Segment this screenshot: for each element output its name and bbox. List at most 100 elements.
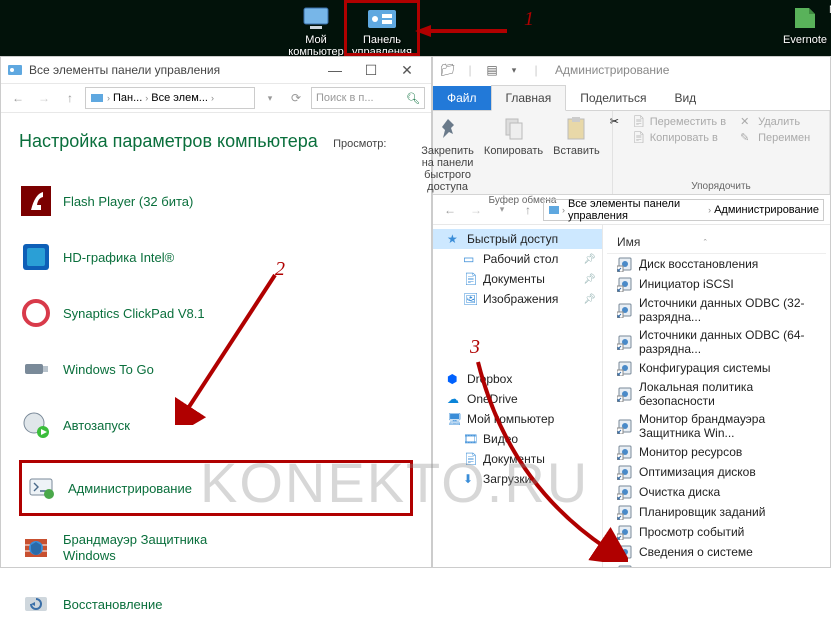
file-item-label: Диск восстановления	[639, 257, 758, 271]
back-button[interactable]: ←	[7, 87, 29, 109]
admin-tools-icon	[26, 473, 56, 503]
tab-share[interactable]: Поделиться	[566, 86, 660, 110]
cp-item-label: Администрирование	[68, 481, 192, 496]
file-item[interactable]: Сведения о системе	[607, 542, 826, 562]
file-item[interactable]: Очистка диска	[607, 482, 826, 502]
addr-segment[interactable]: Все элем...	[151, 92, 208, 104]
move-to-button[interactable]: 📄︎Переместить в	[632, 115, 726, 129]
file-item[interactable]: Монитор ресурсов	[607, 442, 826, 462]
properties-icon[interactable]: ▤	[483, 63, 501, 77]
file-item-label: Просмотр событий	[639, 525, 744, 539]
search-input[interactable]: Поиск в п... 🔍︎	[311, 87, 425, 109]
paste-icon	[562, 115, 590, 143]
address-bar[interactable]: › Все элементы панели управления › Админ…	[543, 199, 824, 221]
cp-item-firewall[interactable]: Брандмауэр Защитника Windows	[19, 526, 413, 569]
file-item-label: Оптимизация дисков	[639, 465, 756, 479]
file-item-label: Очистка диска	[639, 485, 720, 499]
tab-view[interactable]: Вид	[660, 86, 710, 110]
synaptics-icon	[21, 298, 51, 328]
desktop-icon-mycomputer[interactable]: Мой компьютер	[282, 4, 350, 58]
chevron-icon: ›	[145, 93, 148, 103]
shortcut-icon	[617, 276, 633, 292]
copy-to-button[interactable]: 📄︎Копировать в	[632, 131, 726, 145]
refresh-button[interactable]: ⟳	[285, 87, 307, 109]
minimize-button[interactable]: —	[317, 62, 353, 78]
file-item[interactable]: Источники данных ODBC (64-разрядна...	[607, 326, 826, 358]
pin-quick-access-button[interactable]: Закрепить на панели быстрого доступа	[421, 115, 474, 193]
history-dropdown[interactable]: ▾	[491, 199, 513, 221]
ribbon-group-organize: 📄︎Переместить в 📄︎Копировать в ✕Удалить …	[613, 111, 830, 194]
close-button[interactable]: ✕	[389, 62, 425, 79]
dropdown-icon[interactable]: ▾	[259, 87, 281, 109]
addr-segment[interactable]: Пан...	[113, 92, 142, 104]
copy-button[interactable]: Копировать	[484, 115, 543, 193]
copy-icon: 📄︎	[632, 131, 646, 145]
tree-documents[interactable]: 📄︎ Документы 📌︎	[433, 269, 602, 289]
search-placeholder: Поиск в п...	[316, 92, 374, 104]
tree-label: Изображения	[483, 292, 558, 306]
forward-button[interactable]: →	[465, 199, 487, 221]
cp-view-label: Просмотр:	[333, 138, 386, 150]
addr-segment[interactable]: Администрирование	[714, 204, 819, 216]
file-item[interactable]: Просмотр событий	[607, 522, 826, 542]
file-item[interactable]: Планировщик заданий	[607, 502, 826, 522]
tab-home[interactable]: Главная	[491, 85, 567, 111]
file-item[interactable]: Инициатор iSCSI	[607, 274, 826, 294]
up-button[interactable]: ↑	[517, 199, 539, 221]
cp-item-label: Брандмауэр Защитника Windows	[63, 532, 207, 563]
addr-segment[interactable]: Все элементы панели управления	[568, 198, 705, 222]
tree-desktop[interactable]: ▭ Рабочий стол 📌︎	[433, 249, 602, 269]
file-list-panel: Имя ˆ Диск восстановления Инициатор iSCSI…	[603, 225, 830, 567]
pin-icon: 📌︎	[583, 254, 596, 265]
onedrive-icon: ☁	[447, 392, 461, 406]
file-item[interactable]: Системный монитор	[607, 562, 826, 567]
rename-button[interactable]: ✎Переимен	[740, 131, 810, 145]
rename-icon: ✎	[740, 131, 754, 145]
chevron-icon: ›	[708, 205, 711, 215]
tab-file[interactable]: Файл	[433, 86, 491, 110]
file-item[interactable]: Монитор брандмауэра Защитника Win...	[607, 410, 826, 442]
pin-icon: 📌︎	[583, 294, 596, 305]
ex-titlebar: 📁︎ | ▤ ▾ | Администрирование	[433, 57, 830, 83]
file-item[interactable]: Источники данных ODBC (32-разрядна...	[607, 294, 826, 326]
search-icon: 🔍︎	[406, 92, 420, 105]
paste-button[interactable]: Вставить	[553, 115, 600, 193]
file-item-label: Системный монитор	[639, 565, 753, 567]
delete-button[interactable]: ✕Удалить	[740, 115, 810, 129]
recovery-icon	[21, 589, 51, 619]
flash-icon	[21, 186, 51, 216]
file-item[interactable]: Оптимизация дисков	[607, 462, 826, 482]
forward-button[interactable]: →	[33, 87, 55, 109]
desktop-icon-label: Мой компьютер	[282, 34, 350, 58]
tree-label: Документы	[483, 272, 545, 286]
dropbox-icon: ⬢	[447, 372, 461, 386]
column-header-name[interactable]: Имя ˆ	[607, 231, 826, 254]
up-button[interactable]: ↑	[59, 87, 81, 109]
maximize-button[interactable]: ☐	[353, 62, 389, 79]
file-item-label: Планировщик заданий	[639, 505, 765, 519]
qat-dropdown-icon[interactable]: ▾	[505, 65, 523, 76]
cp-item-flashplayer[interactable]: Flash Player (32 бита)	[19, 180, 413, 222]
cp-item-recovery[interactable]: Восстановление	[19, 583, 413, 625]
file-item-label: Инициатор iSCSI	[639, 277, 734, 291]
tree-quick-access[interactable]: ★ Быстрый доступ	[433, 229, 602, 249]
file-item[interactable]: Диск восстановления	[607, 254, 826, 274]
address-bar[interactable]: › Пан... › Все элем... ›	[85, 87, 255, 109]
move-icon: 📄︎	[632, 115, 646, 129]
desktop-icon-evernote[interactable]: Evernote	[782, 4, 828, 46]
cp-item-administration[interactable]: Администрирование	[24, 467, 408, 509]
back-button[interactable]: ←	[439, 199, 461, 221]
pin-icon	[434, 115, 462, 143]
qat-divider: |	[527, 63, 545, 77]
annotation-number-2: 2	[275, 258, 285, 281]
star-icon: ★	[447, 232, 461, 246]
sort-indicator-icon: ˆ	[704, 238, 707, 248]
tree-pictures[interactable]: 🖼︎ Изображения 📌︎	[433, 289, 602, 309]
autorun-icon	[21, 410, 51, 440]
cp-item-label: Автозапуск	[63, 418, 130, 433]
tree-label: Рабочий стол	[483, 252, 558, 266]
file-item[interactable]: Локальная политика безопасности	[607, 378, 826, 410]
cp-titlebar: Все элементы панели управления — ☐ ✕	[1, 57, 431, 83]
file-item[interactable]: Конфигурация системы	[607, 358, 826, 378]
cp-item-label: HD-графика Intel®	[63, 250, 174, 265]
